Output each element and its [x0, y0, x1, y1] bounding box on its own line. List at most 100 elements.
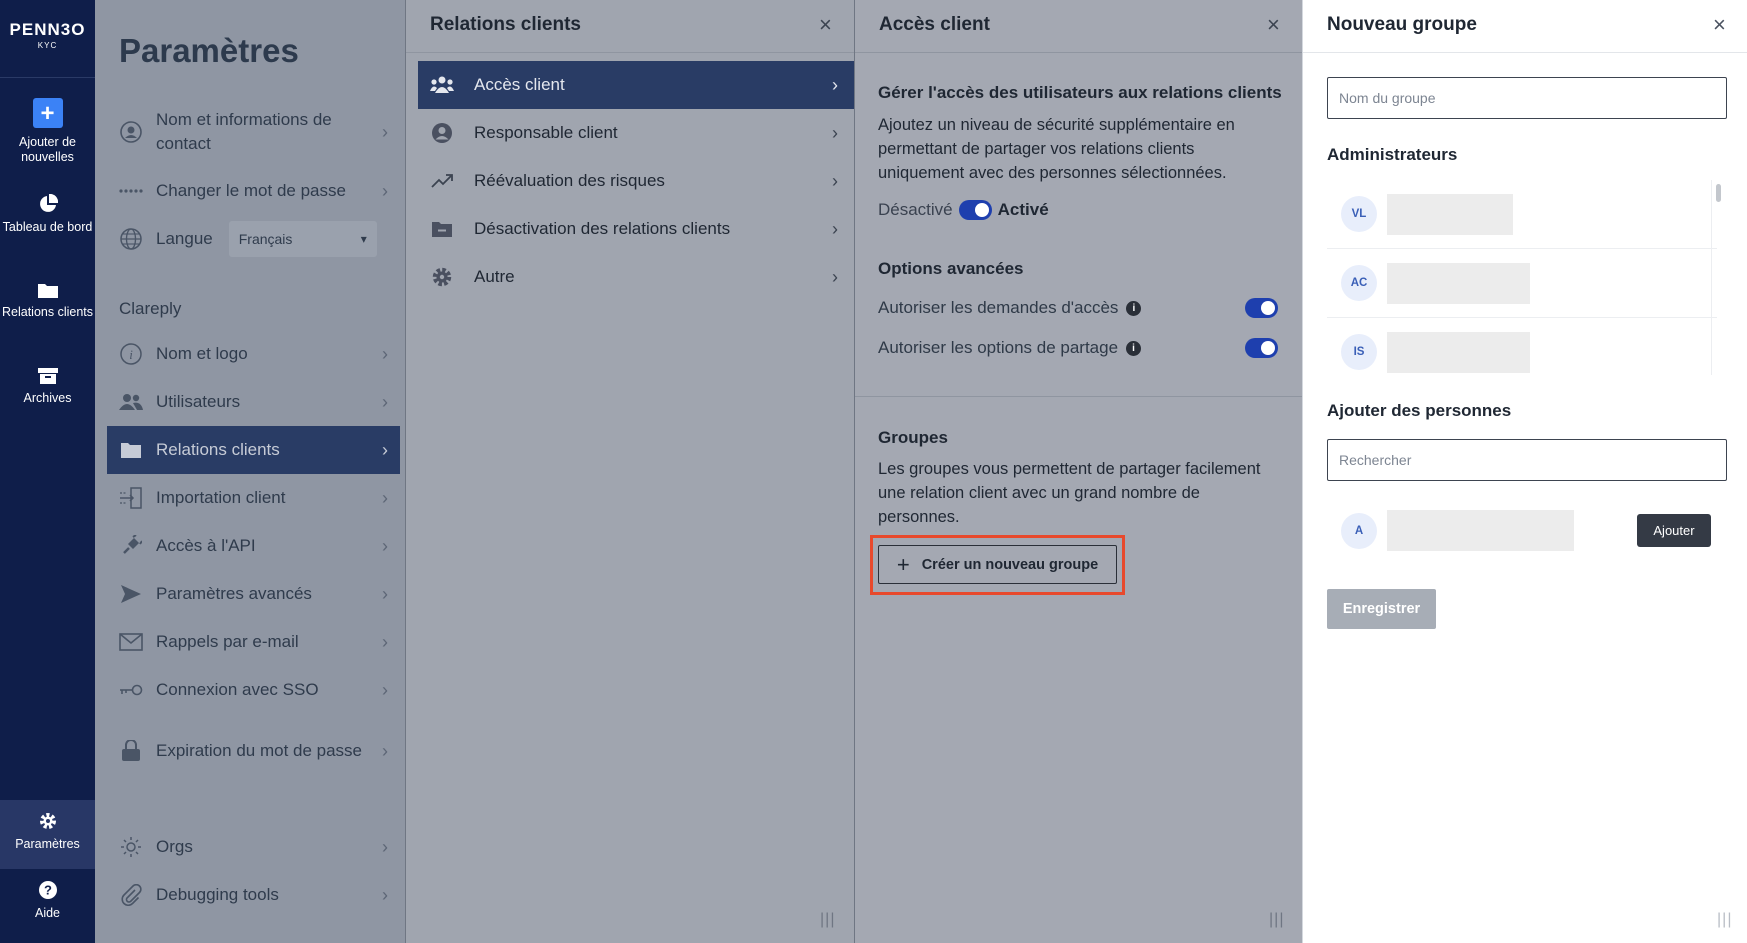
settings-item-email-reminders[interactable]: Rappels par e-mail ›	[107, 618, 400, 666]
chevron-right-icon: ›	[382, 343, 388, 364]
settings-item-api[interactable]: Accès à l'API ›	[107, 522, 400, 570]
settings-sidebar: Paramètres Nom et informations de contac…	[95, 0, 405, 943]
access-requests-toggle[interactable]	[1245, 298, 1278, 318]
settings-item-label: Debugging tools	[156, 885, 279, 904]
folder-icon	[119, 438, 143, 462]
settings-item-client-relations[interactable]: Relations clients ›	[107, 426, 400, 474]
nav-help[interactable]: ? Aide	[0, 880, 95, 921]
nav-settings-label: Paramètres	[15, 837, 80, 851]
panel-title: Accès client	[879, 14, 990, 35]
settings-item-password[interactable]: Changer le mot de passe ›	[107, 167, 400, 215]
help-icon: ?	[38, 881, 57, 899]
settings-item-advanced[interactable]: Paramètres avancés ›	[107, 570, 400, 618]
menu-item-label: Réévaluation des risques	[474, 171, 665, 190]
settings-item-import[interactable]: Importation client ›	[107, 474, 400, 522]
chevron-right-icon: ›	[382, 487, 388, 508]
settings-item-label: Importation client	[156, 488, 286, 507]
divider	[1303, 52, 1747, 53]
admin-name	[1387, 262, 1530, 304]
option-sharing: Autoriser les options de partage i	[878, 338, 1278, 358]
settings-item-label: Relations clients	[156, 440, 280, 459]
chevron-right-icon: ›	[832, 170, 838, 191]
info-icon[interactable]: i	[1126, 300, 1142, 316]
nav-clients[interactable]: Relations clients	[0, 281, 95, 320]
settings-item-label: Nom et informations de contact	[156, 110, 332, 153]
panel-title: Nouveau groupe	[1327, 14, 1477, 35]
admin-name	[1387, 331, 1530, 373]
access-toggle[interactable]	[958, 200, 992, 220]
nav-dashboard-label: Tableau de bord	[2, 220, 93, 234]
brand-name: PENN3O	[9, 20, 86, 39]
settings-item-sso[interactable]: Connexion avec SSO ›	[107, 666, 400, 714]
admins-heading: Administrateurs	[1327, 145, 1458, 164]
folder-minus-icon	[430, 220, 454, 238]
nav-settings[interactable]: Paramètres	[0, 800, 95, 869]
close-icon[interactable]: ×	[1267, 12, 1280, 38]
add-people-heading: Ajouter des personnes	[1327, 401, 1512, 420]
language-select[interactable]: Français ▾	[228, 221, 377, 257]
brand-logo[interactable]: PENN3O KYC	[0, 20, 95, 50]
close-icon[interactable]: ×	[1713, 12, 1726, 38]
chevron-right-icon: ›	[382, 121, 388, 142]
menu-item-label: Accès client	[474, 75, 565, 94]
send-icon	[119, 582, 143, 606]
settings-item-label: Rappels par e-mail	[156, 632, 299, 651]
advanced-options-heading: Options avancées	[878, 259, 1024, 278]
group-name-input[interactable]	[1327, 77, 1727, 119]
nav-add-new[interactable]: + Ajouter de nouvelles	[0, 98, 95, 165]
nav-archives[interactable]: Archives	[0, 367, 95, 406]
plus-icon: +	[896, 551, 910, 577]
chevron-right-icon: ›	[382, 180, 388, 201]
settings-item-debugging[interactable]: Debugging tools ›	[107, 871, 400, 919]
gear-icon	[39, 813, 56, 829]
settings-item-label: Orgs	[156, 837, 193, 856]
settings-item-users[interactable]: Utilisateurs ›	[107, 378, 400, 426]
settings-item-label: Nom et logo	[156, 344, 248, 363]
menu-item-label: Responsable client	[474, 123, 618, 142]
scrollbar[interactable]	[1711, 180, 1725, 375]
create-group-button[interactable]: + Créer un nouveau groupe	[878, 545, 1117, 584]
users-icon	[119, 390, 143, 414]
scrollbar-thumb[interactable]	[1716, 184, 1721, 202]
settings-item-label: Paramètres avancés	[156, 584, 312, 603]
add-person-button[interactable]: Ajouter	[1637, 514, 1711, 547]
menu-item-risk-reassessment[interactable]: Réévaluation des risques ›	[418, 157, 855, 205]
manage-access-heading: Gérer l'accès des utilisateurs aux relat…	[878, 83, 1282, 102]
nav-clients-label: Relations clients	[1, 305, 93, 319]
info-icon[interactable]: i	[1126, 340, 1142, 356]
nav-dashboard[interactable]: Tableau de bord	[0, 194, 95, 235]
close-icon[interactable]: ×	[819, 12, 832, 38]
settings-item-orgs[interactable]: Orgs ›	[107, 823, 400, 871]
menu-item-deactivation[interactable]: Désactivation des relations clients ›	[418, 205, 855, 253]
avatar: VL	[1341, 196, 1377, 232]
avatar: AC	[1341, 265, 1377, 301]
menu-item-client-manager[interactable]: Responsable client ›	[418, 109, 855, 157]
clip-icon	[119, 883, 143, 907]
save-button[interactable]: Enregistrer	[1327, 589, 1436, 629]
settings-item-label: Accès à l'API	[156, 536, 256, 555]
create-group-label: Créer un nouveau groupe	[921, 556, 1099, 573]
password-dots-icon	[119, 179, 143, 203]
menu-item-other[interactable]: Autre ›	[418, 253, 855, 301]
search-input[interactable]	[1327, 439, 1727, 481]
chevron-right-icon: ›	[832, 74, 838, 95]
settings-item-password-expiry[interactable]: Expiration du mot de passe ›	[107, 725, 400, 777]
avatar: IS	[1341, 334, 1377, 370]
client-access-panel: Accès client × Gérer l'accès des utilisa…	[854, 0, 1302, 943]
info-icon: i	[119, 342, 143, 366]
resize-grip-icon[interactable]: |||	[1717, 911, 1732, 929]
resize-grip-icon[interactable]: |||	[820, 911, 835, 929]
sharing-toggle[interactable]	[1245, 338, 1278, 358]
settings-item-name-logo[interactable]: i Nom et logo ›	[107, 330, 400, 378]
archive-box-icon	[37, 368, 58, 384]
chevron-right-icon: ›	[382, 583, 388, 604]
globe-icon	[119, 227, 143, 251]
resize-grip-icon[interactable]: |||	[1269, 911, 1284, 929]
settings-item-language: Langue Français ▾	[107, 215, 400, 263]
brand-sub: KYC	[37, 41, 58, 50]
nav-divider	[0, 77, 95, 78]
menu-item-client-access[interactable]: Accès client ›	[418, 61, 855, 109]
settings-item-contact[interactable]: Nom et informations de contact ›	[107, 108, 400, 156]
divider	[406, 52, 854, 53]
gear-icon	[430, 266, 454, 288]
